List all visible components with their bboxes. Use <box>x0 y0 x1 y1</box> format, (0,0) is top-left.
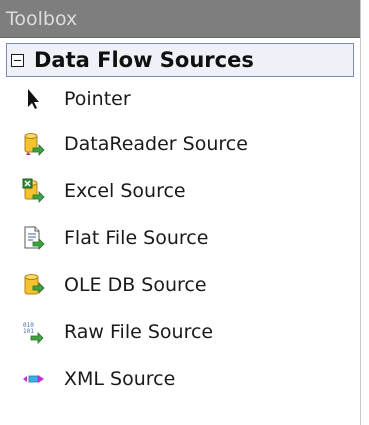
group-header-data-flow-sources[interactable]: Data Flow Sources <box>6 43 354 77</box>
item-label: Raw File Source <box>64 320 214 343</box>
toolbox-item-pointer[interactable]: Pointer <box>0 77 360 120</box>
group-label: Data Flow Sources <box>34 48 254 72</box>
toolbox-item-list: Pointer DataReader Source Excel Source F… <box>0 77 360 402</box>
collapse-minus-icon[interactable] <box>11 53 24 67</box>
raw-file-source-icon: 010 101 <box>22 319 46 345</box>
toolbox-title: Toolbox <box>6 7 78 30</box>
item-label: Excel Source <box>64 179 186 202</box>
xml-source-icon <box>22 366 46 392</box>
oledb-source-icon <box>22 272 46 298</box>
item-label: XML Source <box>64 367 176 390</box>
flat-file-source-icon <box>22 225 46 251</box>
toolbox-item-flat-file-source[interactable]: Flat File Source <box>0 214 360 261</box>
pointer-arrow-icon <box>22 86 46 112</box>
excel-source-icon <box>22 178 46 204</box>
svg-text:101: 101 <box>23 328 34 335</box>
item-label: DataReader Source <box>64 132 248 155</box>
item-label: Pointer <box>64 87 131 110</box>
datareader-source-icon <box>22 131 46 157</box>
item-label: OLE DB Source <box>64 273 207 296</box>
toolbox-item-raw-file-source[interactable]: 010 101 Raw File Source <box>0 308 360 355</box>
toolbox-header: Toolbox <box>0 0 360 38</box>
item-label: Flat File Source <box>64 226 209 249</box>
toolbox-item-excel-source[interactable]: Excel Source <box>0 167 360 214</box>
toolbox-item-datareader-source[interactable]: DataReader Source <box>0 120 360 167</box>
toolbox-item-oledb-source[interactable]: OLE DB Source <box>0 261 360 308</box>
toolbox-panel: Toolbox Data Flow Sources Pointer DataRe… <box>0 0 361 425</box>
toolbox-item-xml-source[interactable]: XML Source <box>0 355 360 402</box>
